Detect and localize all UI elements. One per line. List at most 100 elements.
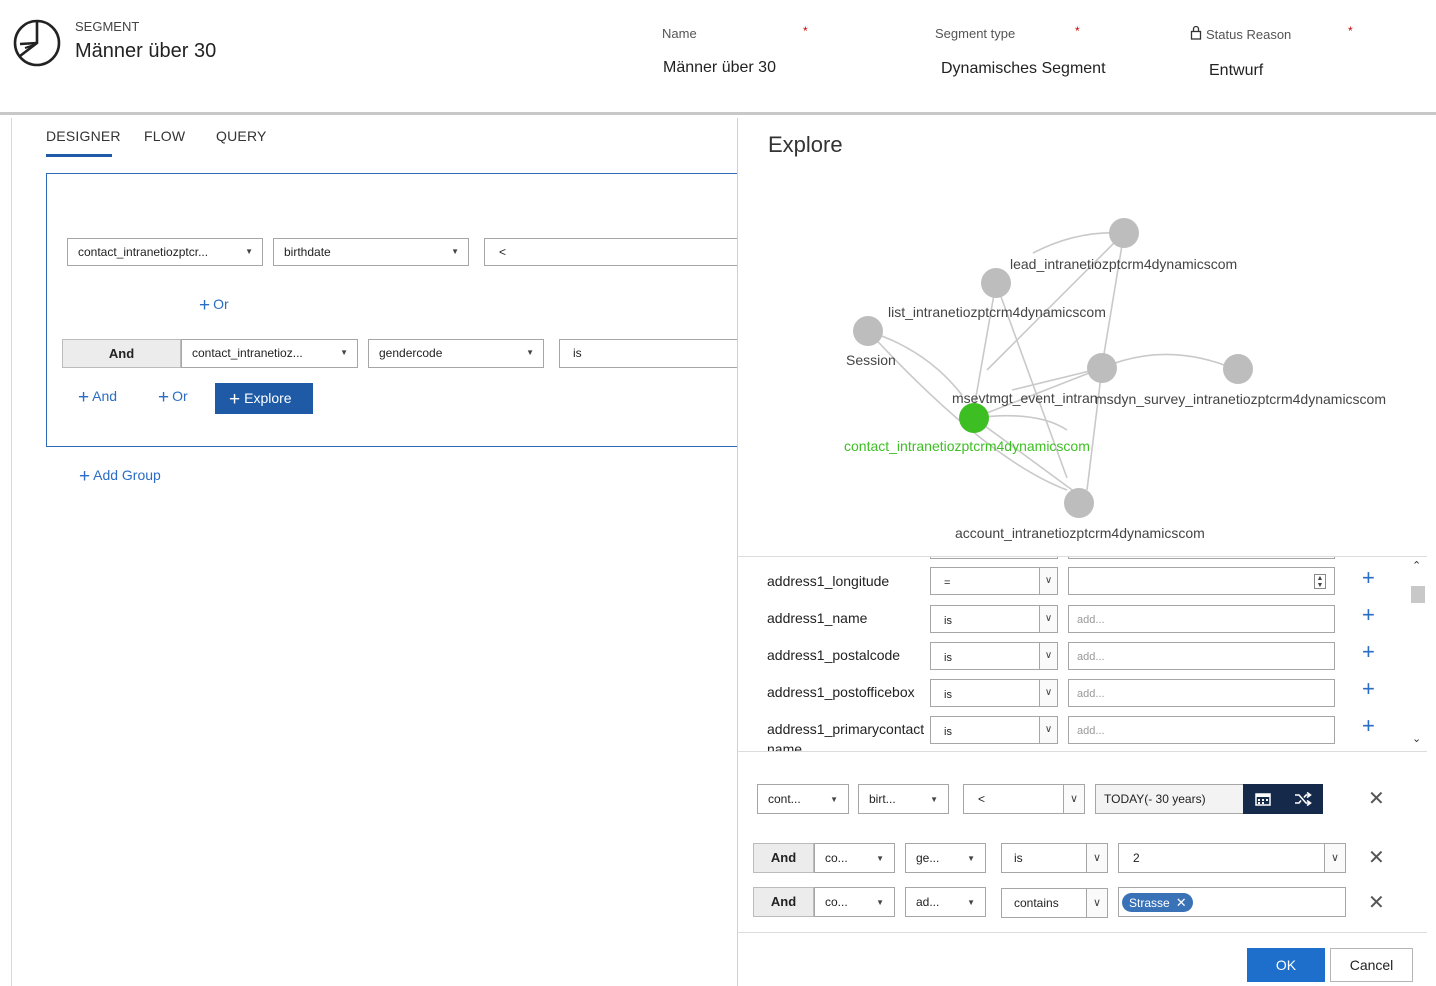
chip-remove-close-icon[interactable]: ✕ xyxy=(1176,895,1187,910)
graph-node-extra[interactable] xyxy=(1223,354,1253,384)
graph-label-list: list_intranetiozptcrm4dynamicscom xyxy=(888,304,1106,320)
plus-icon: + xyxy=(229,389,241,410)
graph-node-account[interactable] xyxy=(1064,488,1094,518)
footer-divider xyxy=(737,932,1427,933)
explore-title: Explore xyxy=(768,132,843,157)
add-condition-plus-icon[interactable]: + xyxy=(1362,602,1375,628)
graph-node-lead[interactable] xyxy=(1109,218,1139,248)
select-value: contains xyxy=(1014,896,1059,910)
graph-node-list[interactable] xyxy=(981,268,1011,298)
condition-operator-select[interactable]: < ∨ xyxy=(963,784,1085,814)
graph-edge xyxy=(973,417,1080,496)
dynamic-value-button[interactable] xyxy=(1283,784,1323,814)
graph-label-survey: msdyn_survey_intranetiozptcrm4dynamicsco… xyxy=(1095,391,1386,407)
add-condition-plus-icon[interactable]: + xyxy=(1362,713,1375,739)
condition-entity-dropdown[interactable]: co... ▼ xyxy=(814,887,895,917)
condition-operator-select[interactable]: contains ∨ xyxy=(1001,888,1108,918)
name-field-value[interactable]: Männer über 30 xyxy=(663,59,776,77)
remove-condition-close-icon[interactable]: ✕ xyxy=(1368,845,1385,870)
cancel-button[interactable]: Cancel xyxy=(1330,948,1413,982)
tag-chip: Strasse ✕ xyxy=(1122,893,1193,912)
explore-button[interactable]: + Explore xyxy=(215,383,313,414)
calendar-icon xyxy=(1255,793,1271,806)
link-label: Or xyxy=(213,296,229,312)
caret-down-icon: ▼ xyxy=(830,795,838,804)
chevron-down-icon: ∨ xyxy=(1086,889,1107,917)
spinner-icon[interactable]: ▲ ▼ xyxy=(1314,574,1326,589)
attribute-operator-select[interactable]: = ∨ xyxy=(930,567,1058,595)
attribute-value-input[interactable]: add... xyxy=(1068,716,1335,744)
graph-node-session[interactable] xyxy=(853,316,883,346)
condition-value-select[interactable]: 2 ∨ xyxy=(1118,843,1346,873)
condition-value-input[interactable]: TODAY(- 30 years) xyxy=(1095,784,1245,814)
dropdown-value: is xyxy=(573,346,582,360)
condition-group xyxy=(46,173,738,447)
tab-designer[interactable]: DESIGNER xyxy=(46,128,121,144)
attribute-dropdown[interactable]: gendercode ▼ xyxy=(368,339,544,368)
operator-dropdown[interactable]: is xyxy=(559,339,738,368)
attribute-number-input[interactable]: ▲ ▼ xyxy=(1068,567,1335,595)
chevron-down-icon: ∨ xyxy=(1324,844,1345,872)
calendar-button[interactable] xyxy=(1243,784,1283,814)
scroll-thumb[interactable] xyxy=(1411,586,1425,603)
graph-label-session: Session xyxy=(846,352,896,368)
caret-down-icon: ▼ xyxy=(876,854,884,863)
tab-query[interactable]: QUERY xyxy=(216,128,267,144)
remove-condition-close-icon[interactable]: ✕ xyxy=(1368,786,1385,811)
graph-node-contact[interactable] xyxy=(959,403,989,433)
entity-dropdown[interactable]: contact_intranetiozptcr... ▼ xyxy=(67,238,263,266)
scroll-up-icon[interactable]: ⌃ xyxy=(1412,559,1421,572)
caret-down-icon: ▼ xyxy=(930,795,938,804)
graph-label-msevtmgt: msevtmgt_event_intran xyxy=(952,390,1098,406)
entity-label: SEGMENT xyxy=(75,19,140,34)
attribute-name: address1_postofficebox xyxy=(767,684,915,700)
attribute-value-input[interactable]: add... xyxy=(1068,679,1335,707)
condition-attribute-dropdown[interactable]: ad... ▼ xyxy=(905,887,986,917)
tab-flow[interactable]: FLOW xyxy=(144,128,185,144)
and-connector-label: And xyxy=(753,887,814,917)
attribute-operator-select[interactable]: is ∨ xyxy=(930,679,1058,707)
scroll-down-icon[interactable]: ⌄ xyxy=(1412,732,1421,745)
add-group-link[interactable]: + Add Group xyxy=(79,466,161,488)
segment-type-label: Segment type xyxy=(935,26,1016,41)
graph-node-survey[interactable] xyxy=(1087,353,1117,383)
graph-edge xyxy=(1101,353,1238,371)
chevron-down-icon: ∨ xyxy=(1039,679,1058,707)
add-or-link[interactable]: + Or xyxy=(158,387,188,409)
attribute-dropdown[interactable]: birthdate ▼ xyxy=(273,238,469,266)
ok-button[interactable]: OK xyxy=(1247,948,1325,982)
add-or-link[interactable]: + Or xyxy=(199,295,229,317)
caret-down-icon: ▼ xyxy=(245,247,253,256)
remove-condition-close-icon[interactable]: ✕ xyxy=(1368,890,1385,915)
attribute-operator-select[interactable]: is ∨ xyxy=(930,716,1058,744)
plus-icon: + xyxy=(199,295,211,316)
condition-entity-dropdown[interactable]: co... ▼ xyxy=(814,843,895,873)
caret-down-icon: ▼ xyxy=(526,348,534,357)
attribute-name: address1_longitude xyxy=(767,573,890,589)
add-condition-plus-icon[interactable]: + xyxy=(1362,565,1375,591)
attribute-value-input[interactable]: add... xyxy=(1068,642,1335,670)
select-value: is xyxy=(1014,851,1023,865)
attribute-value-input[interactable]: add... xyxy=(1068,605,1335,633)
add-condition-plus-icon[interactable]: + xyxy=(1362,676,1375,702)
select-value: is xyxy=(944,726,952,738)
segment-pie-icon xyxy=(13,19,61,67)
dropdown-value: co... xyxy=(825,851,848,865)
link-label: Add Group xyxy=(93,467,161,483)
attribute-operator-select[interactable]: is ∨ xyxy=(930,605,1058,633)
attribute-operator-select[interactable]: is ∨ xyxy=(930,642,1058,670)
select-value: 2 xyxy=(1133,851,1140,865)
caret-down-icon: ▼ xyxy=(967,898,975,907)
condition-entity-dropdown[interactable]: cont... ▼ xyxy=(757,784,849,814)
operator-dropdown[interactable]: < xyxy=(484,238,738,266)
condition-operator-select[interactable]: is ∨ xyxy=(1001,843,1108,873)
segment-type-value[interactable]: Dynamisches Segment xyxy=(941,60,1106,78)
entity-dropdown[interactable]: contact_intranetioz... ▼ xyxy=(181,339,358,368)
add-condition-plus-icon[interactable]: + xyxy=(1362,639,1375,665)
add-and-link[interactable]: + And xyxy=(78,387,117,409)
caret-down-icon: ▼ xyxy=(451,247,459,256)
chevron-down-icon: ∨ xyxy=(1063,785,1084,813)
condition-attribute-dropdown[interactable]: birt... ▼ xyxy=(858,784,949,814)
attribute-list-scrollbar[interactable]: ⌃ ⌄ xyxy=(1409,556,1427,752)
condition-attribute-dropdown[interactable]: ge... ▼ xyxy=(905,843,986,873)
